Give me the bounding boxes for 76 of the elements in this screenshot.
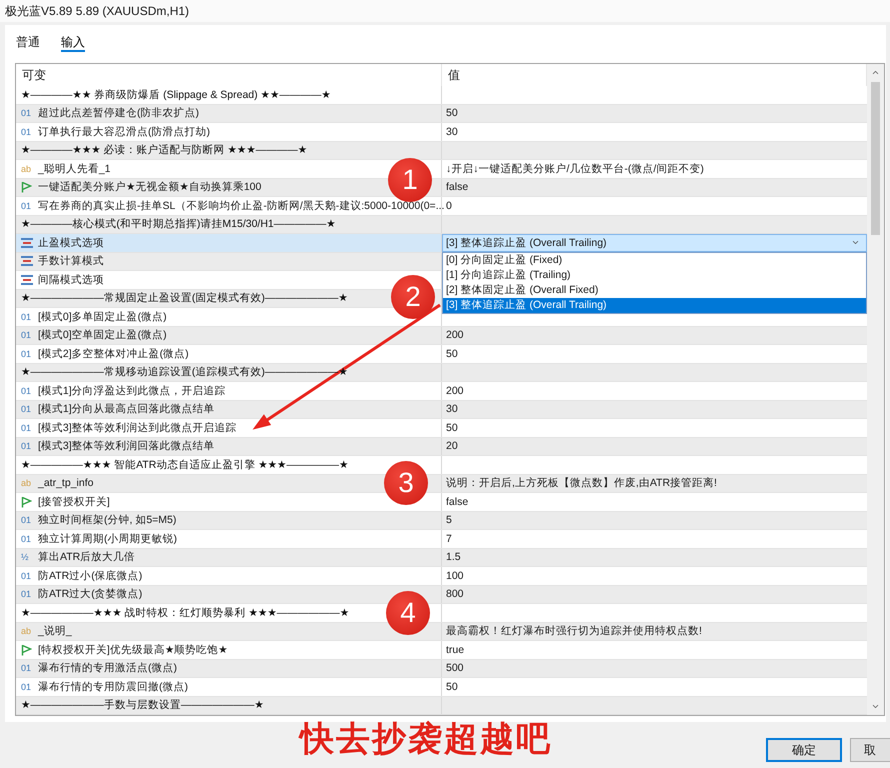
number-type-icon: 01 — [21, 589, 32, 600]
parameter-name: [模式2]多空整体对冲止盈(微点) — [38, 346, 189, 361]
fraction-type-icon: ½ — [21, 552, 29, 562]
parameter-name: [模式3]整体等效利润达到此微点开启追踪 — [38, 420, 237, 435]
number-type-icon: 01 — [21, 108, 32, 118]
parameter-value: true — [446, 644, 464, 656]
section-heading: ★—————★★★ 智能ATR动态自适应止盈引擎 ★★★—————★ — [21, 458, 348, 472]
parameter-name: 防ATR过大(贪婪微点) — [38, 587, 142, 602]
parameter-name: 独立时间框架(分钟, 如5=M5) — [38, 513, 176, 528]
number-type-icon: 01 — [21, 348, 32, 359]
annotation-caption: 快去抄袭超越吧 — [300, 719, 552, 759]
parameter-value: 1.5 — [446, 551, 461, 564]
parameter-name: [模式0]空单固定止盈(微点) — [38, 328, 167, 342]
parameter-value: 50 — [446, 422, 458, 434]
section-heading: ★————★★★ 必读：账户适配与防断网 ★★★————★ — [21, 143, 308, 158]
parameter-value: 0 — [446, 200, 452, 212]
parameter-name: [模式1]分向浮盈达到此微点，开启追踪 — [38, 384, 226, 398]
number-type-icon: 01 — [21, 663, 32, 674]
parameter-value: 800 — [446, 588, 464, 600]
parameter-name: 独立计算周期(小周期更敏锐) — [38, 532, 177, 546]
number-type-icon: 01 — [21, 534, 32, 544]
parameter-name: [模式3]整体等效利润回落此微点结单 — [38, 439, 215, 454]
parameter-name: [特权授权开关]优先级最高★顺势吃饱★ — [38, 642, 228, 657]
text-type-icon: ab — [21, 478, 32, 488]
number-type-icon: 01 — [21, 126, 32, 137]
parameter-value: 200 — [446, 384, 464, 397]
section-heading: ★————★★ 券商级防爆盾 (Slippage & Spread) ★★————★ — [21, 88, 331, 102]
parameter-value: 200 — [446, 329, 464, 342]
parameter-value: ↓开启↓一键适配美分账户/几位数平台-(微点/间距不变) — [446, 162, 704, 176]
parameter-name: 瀑布行情的专用防震回撤(微点) — [38, 680, 188, 694]
parameter-value: 20 — [446, 440, 458, 452]
parameter-value: 500 — [446, 662, 464, 674]
parameter-value: false — [446, 496, 468, 508]
parameter-name: 算出ATR后放大几倍 — [38, 550, 136, 564]
parameter-name: 订单执行最大容忍滑点(防滑点打劫) — [38, 124, 210, 139]
parameter-value: 7 — [446, 532, 452, 545]
number-type-icon: 01 — [21, 330, 32, 340]
parameter-name: 瀑布行情的专用激活点(微点) — [38, 661, 177, 676]
parameter-name: 间隔模式选项 — [38, 272, 104, 287]
section-heading: ★——————★★★ 战时特权：红灯顺势暴利 ★★★——————★ — [21, 606, 350, 620]
parameter-value: 5 — [446, 514, 452, 526]
parameter-name: 一键适配美分账户★无视金额★自动换算乘100 — [38, 180, 262, 194]
parameter-name: _聪明人先看_1 — [38, 162, 111, 176]
window-title: 极光蓝V5.89 5.89 (XAUUSDm,H1) — [5, 2, 190, 20]
number-type-icon: 01 — [21, 312, 32, 322]
section-heading: ★————核心模式(和平时期总指挥)请挂M15/30/H1—————★ — [21, 217, 336, 232]
number-type-icon: 01 — [21, 570, 32, 581]
parameter-name: 超过此点差暂停建仓(防非农扩点) — [38, 106, 199, 120]
parameter-name: 手数计算模式 — [38, 254, 104, 268]
parameter-value: 50 — [446, 107, 458, 120]
parameter-value: 30 — [446, 126, 458, 138]
number-type-icon: 01 — [21, 404, 32, 414]
number-type-icon: 01 — [21, 386, 32, 396]
parameter-value: 50 — [446, 680, 458, 693]
parameter-value: 说明：开启后,上方死板【微点数】作废,由ATR接管距离! — [446, 476, 717, 490]
number-type-icon: 01 — [21, 422, 32, 433]
number-type-icon: 01 — [21, 441, 32, 452]
parameter-value: 50 — [446, 348, 458, 360]
parameter-value: 100 — [446, 570, 464, 582]
parameter-value: 最高霸权！红灯瀑布时强行切为追踪并使用特权点数! — [446, 624, 702, 638]
parameter-name: _atr_tp_info — [38, 477, 94, 490]
parameter-name: _说明_ — [38, 624, 72, 638]
parameter-name: [模式0]多单固定止盈(微点) — [38, 310, 167, 324]
text-type-icon: ab — [21, 626, 32, 636]
text-type-icon: ab — [21, 164, 32, 174]
section-heading: ★———————手数与层数设置———————★ — [21, 698, 264, 712]
parameter-name: 止盈模式选项 — [38, 236, 104, 250]
parameter-name: [模式1]分向从最高点回落此微点结单 — [38, 402, 215, 416]
parameter-name: [接管授权开关] — [38, 494, 110, 509]
parameter-name: 防ATR过小(保底微点) — [38, 568, 142, 583]
parameter-value: 30 — [446, 403, 458, 416]
number-type-icon: 01 — [21, 515, 32, 526]
parameter-value: false — [446, 181, 468, 194]
number-type-icon: 01 — [21, 682, 32, 692]
number-type-icon: 01 — [21, 200, 32, 211]
section-heading: ★———————常规固定止盈设置(固定模式有效)———————★ — [21, 291, 348, 306]
